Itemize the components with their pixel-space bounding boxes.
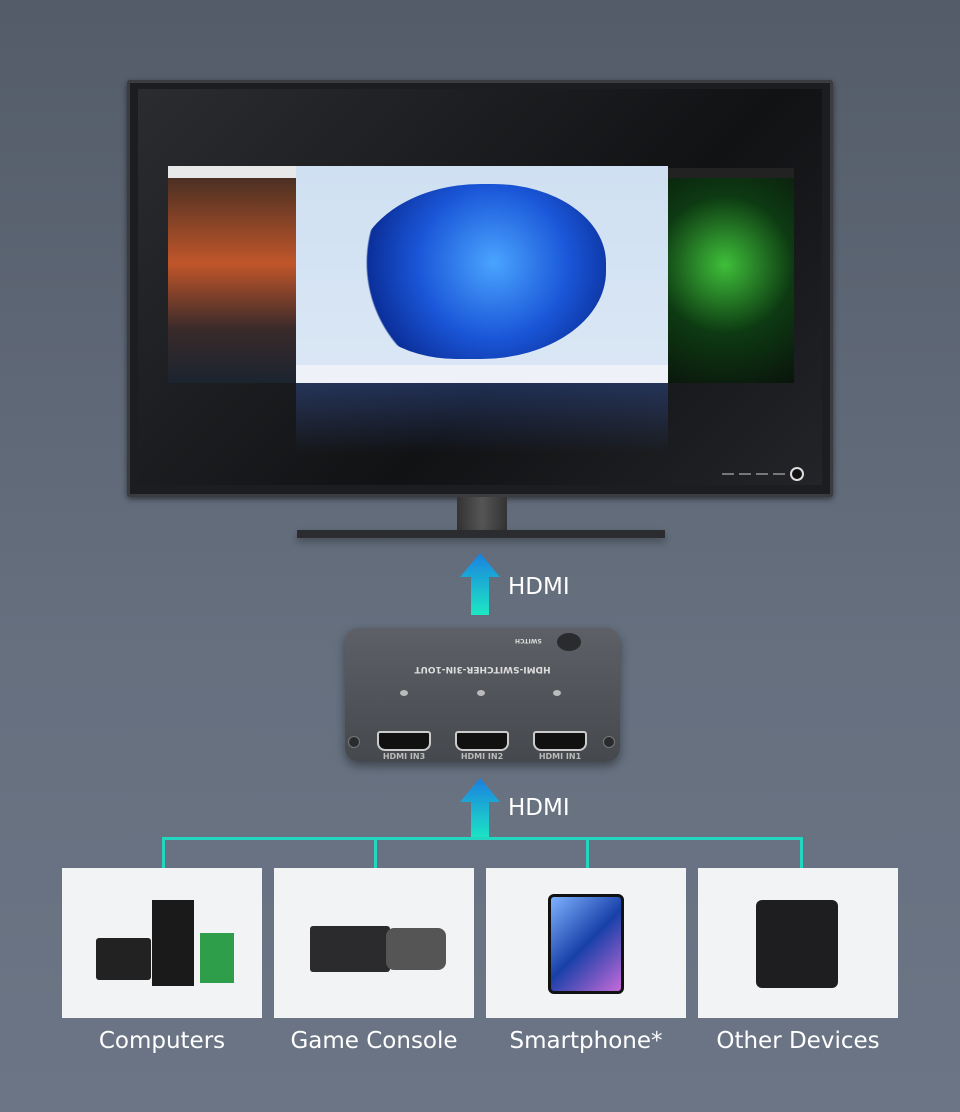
hdmi-output-label: HDMI bbox=[508, 574, 570, 600]
device-label: Computers bbox=[98, 1028, 226, 1054]
device-label: Game Console bbox=[290, 1028, 458, 1054]
raspberry-pi-desktop bbox=[168, 166, 296, 383]
screw-icon bbox=[348, 736, 360, 748]
connector-line bbox=[586, 837, 589, 868]
hdmi-port-in2 bbox=[455, 731, 509, 751]
device-card-computers bbox=[62, 868, 262, 1018]
taskbar bbox=[296, 365, 668, 383]
connector-line bbox=[374, 837, 377, 868]
port-label: HDMI IN3 bbox=[382, 752, 426, 761]
device-label: Smartphone* bbox=[509, 1028, 663, 1054]
windows-bloom-wallpaper bbox=[356, 184, 606, 359]
monitor-screen bbox=[138, 89, 822, 485]
connector-line bbox=[162, 837, 803, 840]
led-indicator bbox=[553, 690, 561, 696]
port-label: HDMI IN1 bbox=[538, 752, 582, 761]
hdmi-port-in3 bbox=[377, 731, 431, 751]
port-label: HDMI IN2 bbox=[460, 752, 504, 761]
hdmi-input-label: HDMI bbox=[508, 795, 570, 821]
switch-model-label: HDMI-SWITCHER-3IN-1OUT bbox=[414, 664, 551, 674]
windows-11-desktop bbox=[296, 166, 668, 383]
device-label: Other Devices bbox=[716, 1028, 880, 1054]
nvidia-desktop bbox=[668, 168, 794, 383]
led-indicator bbox=[477, 690, 485, 696]
monitor bbox=[127, 80, 833, 497]
device-card-game-console bbox=[274, 868, 474, 1018]
led-indicator bbox=[400, 690, 408, 696]
screen-reflection bbox=[296, 383, 668, 453]
device-card-smartphone bbox=[486, 868, 686, 1018]
switch-button-label: SWITCH bbox=[515, 637, 542, 644]
arrow-up-icon bbox=[460, 553, 500, 615]
monitor-buttons bbox=[722, 467, 804, 481]
switch-button bbox=[557, 633, 581, 651]
monitor-stand-neck bbox=[457, 497, 507, 530]
power-icon bbox=[790, 467, 804, 481]
monitor-stand-base bbox=[297, 530, 665, 538]
connector-line bbox=[162, 837, 165, 868]
arrow-up-icon bbox=[460, 778, 500, 840]
screw-icon bbox=[603, 736, 615, 748]
hdmi-switch: SWITCH HDMI-SWITCHER-3IN-1OUT HDMI IN3 H… bbox=[345, 628, 620, 762]
connector-line bbox=[800, 837, 803, 868]
hdmi-port-in1 bbox=[533, 731, 587, 751]
device-card-other-devices bbox=[698, 868, 898, 1018]
